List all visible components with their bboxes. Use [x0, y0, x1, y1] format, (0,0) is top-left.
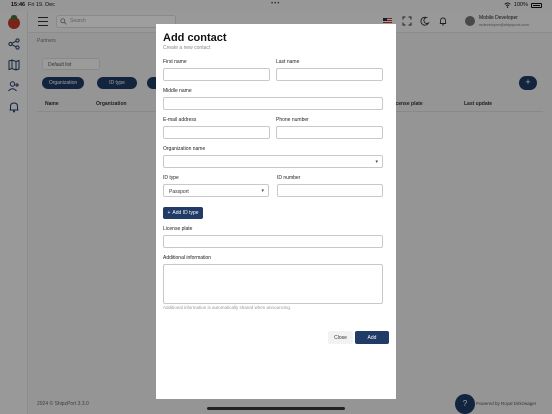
id-type-select[interactable]: Passport ▾ [163, 184, 269, 197]
email-field[interactable] [163, 126, 270, 139]
middle-name-field[interactable] [163, 97, 383, 110]
phone-label: Phone number [276, 117, 309, 123]
add-id-type-label: Add ID type [172, 210, 199, 216]
additional-info-label: Additional information [163, 255, 212, 261]
first-name-field[interactable] [163, 68, 270, 81]
id-type-label: ID type [163, 175, 179, 181]
license-plate-field[interactable] [163, 235, 383, 248]
email-label: E-mail address [163, 117, 197, 123]
last-name-label: Last name [276, 59, 300, 65]
middle-name-label: Middle name [163, 88, 192, 94]
phone-field[interactable] [276, 126, 383, 139]
additional-info-hint: Additional information is automatically … [163, 305, 292, 310]
first-name-label: First name [163, 59, 187, 65]
add-contact-dialog: Add contact Create a new contact First n… [156, 24, 396, 399]
add-id-type-button[interactable]: + Add ID type [163, 207, 203, 219]
id-type-value: Passport [169, 188, 189, 195]
home-indicator[interactable] [207, 407, 345, 410]
dialog-subtitle: Create a new contact [163, 45, 211, 51]
additional-info-textarea[interactable] [163, 264, 383, 304]
organization-select[interactable]: ▾ [163, 155, 383, 168]
id-number-field[interactable] [277, 184, 383, 197]
chevron-down-icon: ▾ [261, 188, 264, 194]
license-plate-label: License plate [163, 226, 193, 232]
chevron-down-icon: ▾ [375, 159, 378, 165]
plus-icon: + [167, 210, 171, 216]
last-name-field[interactable] [276, 68, 383, 81]
id-number-label: ID number [277, 175, 301, 181]
dialog-title: Add contact [163, 32, 227, 44]
organization-label: Organization name [163, 146, 206, 152]
close-button[interactable]: Close [328, 331, 353, 344]
add-button[interactable]: Add [355, 331, 389, 344]
